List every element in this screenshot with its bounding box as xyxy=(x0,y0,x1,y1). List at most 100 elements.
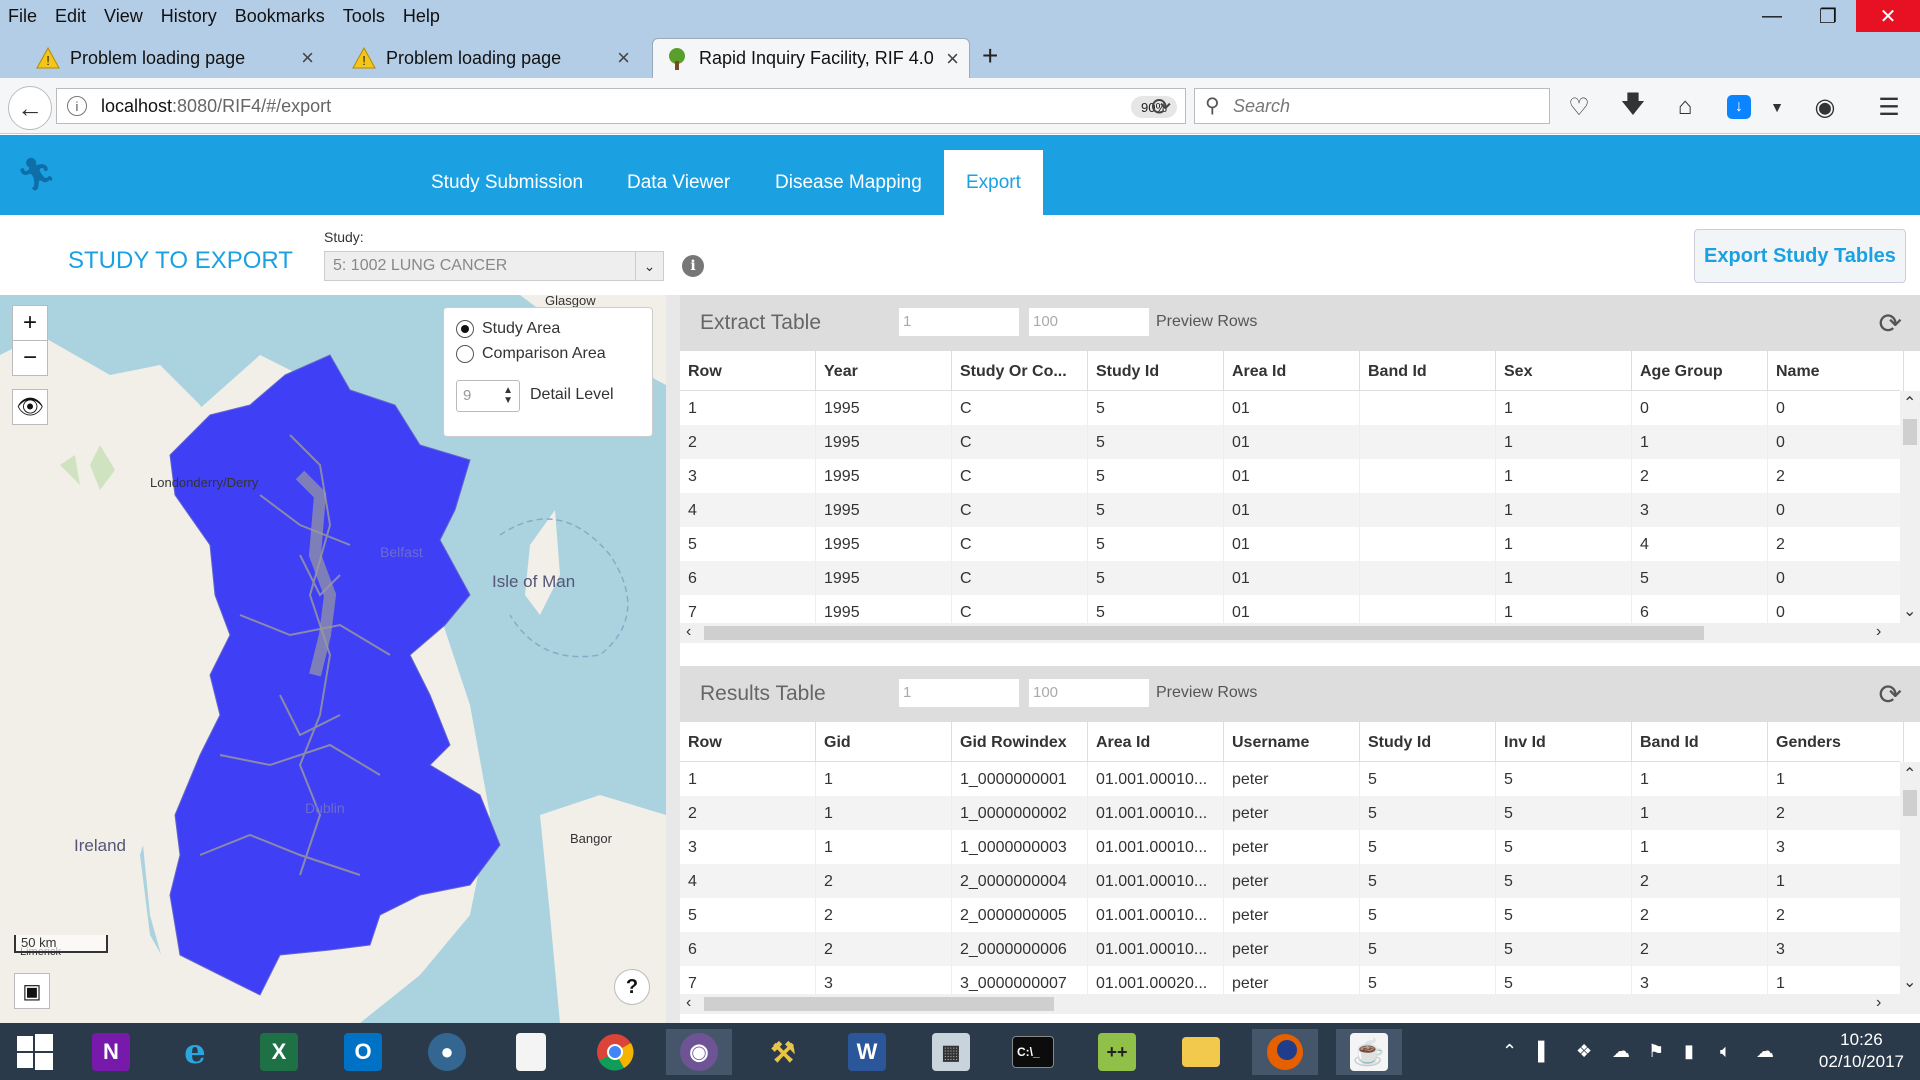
column-header[interactable]: Band Id xyxy=(1632,722,1768,762)
column-header[interactable]: Year xyxy=(816,351,952,391)
firefox-icon[interactable] xyxy=(1252,1029,1318,1075)
zoom-out-button[interactable]: − xyxy=(12,340,48,376)
start-icon[interactable] xyxy=(2,1029,68,1075)
column-header[interactable]: Inv Id xyxy=(1496,722,1632,762)
table-row[interactable]: 3 1995 C 5 01 1 2 2 xyxy=(680,459,1900,493)
close-tab-icon[interactable]: × xyxy=(946,46,959,72)
restore-icon[interactable]: ❐ xyxy=(1800,0,1856,32)
table-row[interactable]: 7 3 3_0000000007 01.001.00020... peter 5 5 3 1 xyxy=(680,966,1900,994)
cloud-upload-icon[interactable]: ☁ xyxy=(1612,1041,1630,1062)
menu-edit[interactable]: Edit xyxy=(55,6,86,27)
vertical-scrollbar[interactable]: ⌃ ⌄ xyxy=(1900,391,1920,623)
extension-download-icon[interactable]: ↓ xyxy=(1724,92,1754,122)
chevron-down-icon[interactable]: ⌄ xyxy=(635,252,663,280)
refresh-icon[interactable]: ⟳ xyxy=(1879,678,1902,711)
scroll-right-icon[interactable]: › xyxy=(1876,994,1881,1012)
tab-disease-mapping[interactable]: Disease Mapping xyxy=(753,150,944,215)
scroll-right-icon[interactable]: › xyxy=(1876,623,1881,641)
tray-chevron-up-icon[interactable]: ⌃ xyxy=(1502,1041,1517,1062)
vertical-scrollbar[interactable]: ⌃ ⌄ xyxy=(1900,762,1920,994)
table-row[interactable]: 2 1 1_0000000002 01.001.00010... peter 5 5 1 2 xyxy=(680,796,1900,830)
table-row[interactable]: 6 1995 C 5 01 1 5 0 xyxy=(680,561,1900,595)
map-view[interactable]: Londonderry/Derry Glasgow Belfast Isle o… xyxy=(0,295,666,1023)
battery-icon[interactable]: ▮ xyxy=(1684,1041,1694,1062)
column-header[interactable]: Band Id xyxy=(1360,351,1496,391)
internet-explorer-icon[interactable]: e xyxy=(162,1029,228,1075)
detail-level-stepper[interactable]: 9 ▲ ▼ xyxy=(456,380,520,412)
row-to-input[interactable]: 100 xyxy=(1028,678,1150,708)
browser-tab[interactable]: ! Problem loading page × xyxy=(340,38,640,78)
github-icon[interactable]: ◉ xyxy=(666,1029,732,1075)
menu-history[interactable]: History xyxy=(161,6,217,27)
extract-table-body[interactable]: 1 1995 C 5 01 1 0 0 2 1995 C 5 01 1 1 0 3 1995 C 5 01 1 2 2 4 199… xyxy=(680,391,1900,623)
column-header[interactable]: Row xyxy=(680,722,816,762)
tab-data-viewer[interactable]: Data Viewer xyxy=(605,150,752,215)
column-header[interactable]: Area Id xyxy=(1088,722,1224,762)
flag-icon[interactable]: ⚑ xyxy=(1648,1041,1664,1062)
stepper-arrows-icon[interactable]: ▲ ▼ xyxy=(503,386,513,406)
new-tab-icon[interactable]: + xyxy=(982,40,998,72)
study-area-radio[interactable] xyxy=(456,320,474,338)
tab-export[interactable]: Export xyxy=(944,150,1043,215)
dropbox-icon[interactable]: ❖ xyxy=(1576,1041,1592,1062)
network-signal-icon[interactable]: ▌ xyxy=(1538,1041,1551,1062)
volume-muted-icon[interactable]: 🔈︎ xyxy=(1720,1041,1731,1062)
taskbar-clock[interactable]: 10:26 02/10/2017 xyxy=(1819,1029,1904,1073)
menu-tools[interactable]: Tools xyxy=(343,6,385,27)
table-row[interactable]: 2 1995 C 5 01 1 1 0 xyxy=(680,425,1900,459)
notepad-plus-plus-icon[interactable]: ++ xyxy=(1084,1029,1150,1075)
scroll-thumb[interactable] xyxy=(1903,790,1917,816)
word-icon[interactable]: W xyxy=(834,1029,900,1075)
study-select[interactable]: 5: 1002 LUNG CANCER ⌄ xyxy=(324,251,664,281)
search-input[interactable]: ⚲ Search xyxy=(1194,88,1550,124)
download-icon[interactable]: 🡇 xyxy=(1618,91,1648,122)
menu-help[interactable]: Help xyxy=(403,6,440,27)
close-window-icon[interactable]: ✕ xyxy=(1856,0,1920,32)
minimize-icon[interactable]: — xyxy=(1744,0,1800,32)
row-from-input[interactable]: 1 xyxy=(898,307,1020,337)
zoom-in-button[interactable]: + xyxy=(12,305,48,341)
table-row[interactable]: 4 2 2_0000000004 01.001.00010... peter 5 5 2 1 xyxy=(680,864,1900,898)
outlook-icon[interactable]: O xyxy=(330,1029,396,1075)
pgadmin-elephant-icon[interactable]: ● xyxy=(414,1029,480,1075)
scroll-left-icon[interactable]: ‹ xyxy=(686,994,691,1012)
hide-layer-eye-icon[interactable]: 👁︎ xyxy=(12,389,48,425)
menu-bookmarks[interactable]: Bookmarks xyxy=(235,6,325,27)
table-row[interactable]: 1 1 1_0000000001 01.001.00010... peter 5 5 1 1 xyxy=(680,762,1900,796)
table-row[interactable]: 5 1995 C 5 01 1 4 2 xyxy=(680,527,1900,561)
results-table-body[interactable]: 1 1 1_0000000001 01.001.00010... peter 5 5 1 1 2 1… xyxy=(680,762,1900,994)
column-header[interactable]: Gid Rowindex xyxy=(952,722,1088,762)
scroll-down-icon[interactable]: ⌄ xyxy=(1903,601,1916,621)
column-header[interactable]: Username xyxy=(1224,722,1360,762)
info-icon[interactable]: i xyxy=(682,255,704,277)
column-header[interactable]: Name xyxy=(1768,351,1904,391)
tools-icon[interactable]: ⚒ xyxy=(750,1029,816,1075)
column-header[interactable]: Sex xyxy=(1496,351,1632,391)
onenote-icon[interactable]: N xyxy=(78,1029,144,1075)
pocket-icon[interactable]: ♡ xyxy=(1564,92,1594,122)
scroll-thumb[interactable] xyxy=(704,997,1054,1011)
table-row[interactable]: 7 1995 C 5 01 1 6 0 xyxy=(680,595,1900,623)
refresh-icon[interactable]: ⟳ xyxy=(1879,307,1902,340)
scroll-up-icon[interactable]: ⌃ xyxy=(1903,393,1916,413)
mask-icon[interactable]: ◉ xyxy=(1810,92,1840,122)
table-row[interactable]: 1 1995 C 5 01 1 0 0 xyxy=(680,391,1900,425)
table-row[interactable]: 6 2 2_0000000006 01.001.00010... peter 5 5 2 3 xyxy=(680,932,1900,966)
help-button[interactable]: ? xyxy=(614,969,650,1005)
home-icon[interactable]: ⌂ xyxy=(1670,92,1700,122)
scroll-down-icon[interactable]: ⌄ xyxy=(1903,972,1916,992)
file-explorer-icon[interactable] xyxy=(1168,1029,1234,1075)
table-row[interactable]: 5 2 2_0000000005 01.001.00010... peter 5 5 2 2 xyxy=(680,898,1900,932)
url-bar[interactable]: i localhost:8080/RIF4/#/export 90% ⟳ xyxy=(56,88,1186,124)
info-icon[interactable]: i xyxy=(67,96,87,116)
command-prompt-icon[interactable]: C:\_ xyxy=(1000,1029,1066,1075)
comparison-area-radio[interactable] xyxy=(456,345,474,363)
notepad-icon[interactable] xyxy=(498,1029,564,1075)
calculator-icon[interactable]: ▦ xyxy=(918,1029,984,1075)
hamburger-menu-icon[interactable]: ☰ xyxy=(1874,92,1904,122)
column-header[interactable]: Study Id xyxy=(1088,351,1224,391)
scroll-up-icon[interactable]: ⌃ xyxy=(1903,764,1916,784)
horizontal-scrollbar[interactable]: ‹ › xyxy=(680,623,1920,643)
chevron-down-icon[interactable]: ▼ xyxy=(1762,92,1792,122)
browser-tab-active[interactable]: Rapid Inquiry Facility, RIF 4.0 × xyxy=(652,38,970,78)
